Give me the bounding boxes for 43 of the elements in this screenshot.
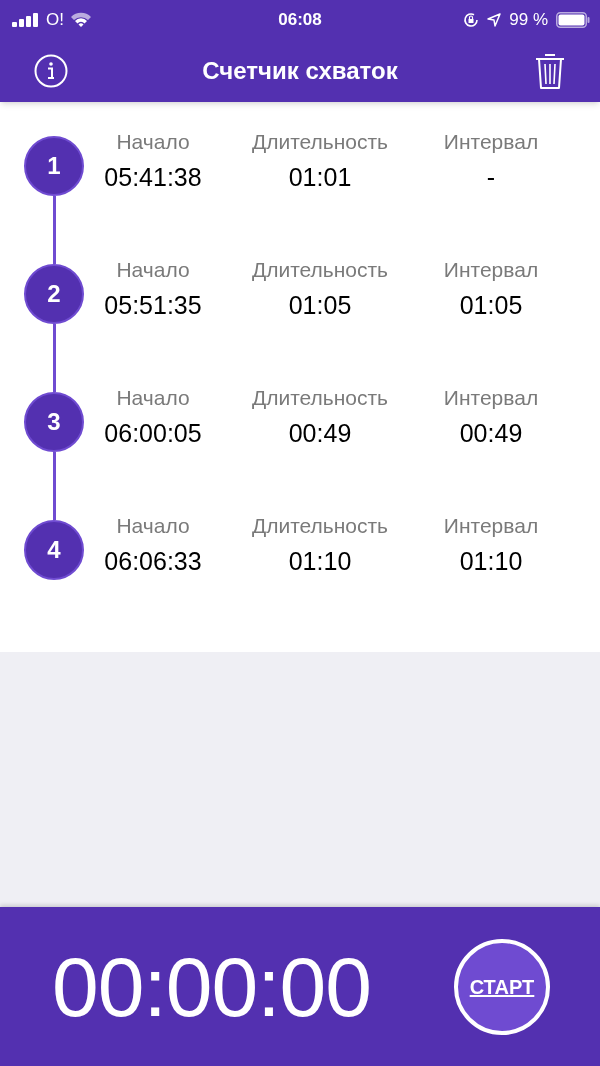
battery-icon xyxy=(556,12,590,28)
column-label: Интервал xyxy=(443,385,539,411)
column-value: 06:00:05 xyxy=(104,418,202,449)
column-value: 00:49 xyxy=(288,418,352,449)
column-label: Начало xyxy=(116,385,190,411)
status-time: 06:08 xyxy=(278,9,322,32)
column-value: 00:49 xyxy=(459,418,523,449)
column-value: 01:01 xyxy=(288,162,352,193)
contraction-number: 4 xyxy=(24,520,84,580)
contraction-number: 3 xyxy=(24,392,84,452)
column-label: Длительность xyxy=(251,513,389,539)
column-value: 06:06:33 xyxy=(104,546,202,577)
delete-button[interactable] xyxy=(534,52,566,90)
column-value: 01:10 xyxy=(459,546,523,577)
wifi-icon xyxy=(69,12,92,28)
carrier-name: O! xyxy=(46,9,64,32)
start-button[interactable]: СТАРТ xyxy=(454,938,550,1035)
signal-icon xyxy=(12,13,40,27)
column-label: Длительность xyxy=(251,129,389,155)
trash-icon xyxy=(534,52,566,90)
column-value: 01:05 xyxy=(288,290,352,321)
column-label: Начало xyxy=(116,257,190,283)
timer-display: 00:00:00 xyxy=(52,944,371,1029)
column-label: Длительность xyxy=(251,257,389,283)
contraction-number: 2 xyxy=(24,264,84,324)
info-icon xyxy=(34,54,68,88)
column-value: 05:41:38 xyxy=(104,162,202,193)
column-label: Начало xyxy=(116,513,190,539)
contraction-number: 1 xyxy=(24,136,84,196)
column-label: Интервал xyxy=(443,513,539,539)
column-label: Интервал xyxy=(443,257,539,283)
column-value: 05:51:35 xyxy=(104,290,202,321)
screen-title: Счетчик схваток xyxy=(202,56,398,86)
column-value: 01:10 xyxy=(288,546,352,577)
column-value: - xyxy=(486,162,496,193)
column-label: Интервал xyxy=(443,129,539,155)
info-button[interactable] xyxy=(34,54,68,88)
column-label: Длительность xyxy=(251,385,389,411)
battery-percent: 99 % xyxy=(509,9,548,32)
column-value: 01:05 xyxy=(459,290,523,321)
rotation-lock-icon xyxy=(463,12,480,28)
column-label: Начало xyxy=(116,129,190,155)
location-arrow-icon xyxy=(487,13,502,27)
